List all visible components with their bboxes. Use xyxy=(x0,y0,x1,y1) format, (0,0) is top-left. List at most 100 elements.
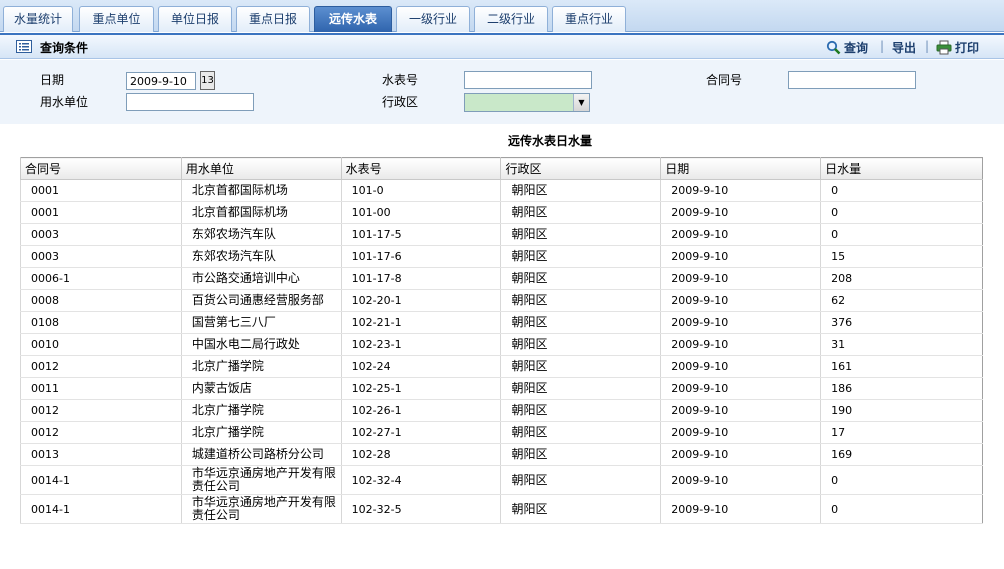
table-row[interactable]: 0003 东郊农场汽车队 101-17-5 朝阳区 2009-9-10 0 xyxy=(20,223,983,246)
cell-unit: 内蒙古饭店 xyxy=(180,377,342,400)
water-unit-label: 用水单位 xyxy=(40,95,89,109)
cell-daily-volume: 190 xyxy=(820,399,983,422)
cell-meter: 101-0 xyxy=(340,179,501,202)
cell-daily-volume: 31 xyxy=(820,333,983,356)
column-header-date[interactable]: 日期 xyxy=(660,157,821,180)
table-row[interactable]: 0010 中国水电二局行政处 102-23-1 朝阳区 2009-9-10 31 xyxy=(20,333,983,356)
tab-remote-meter[interactable]: 远传水表 xyxy=(314,6,392,32)
calendar-button[interactable]: 13 xyxy=(200,71,215,90)
cell-daily-volume: 17 xyxy=(820,421,983,444)
table-row[interactable]: 0014-1 市华远京通房地产开发有限责任公司 102-32-5 朝阳区 2009-9-… xyxy=(20,494,983,524)
meter-number-label: 水表号 xyxy=(382,73,419,87)
table-row[interactable]: 0012 北京广播学院 102-24 朝阳区 2009-9-10 161 xyxy=(20,355,983,378)
export-button[interactable]: 导出 xyxy=(892,39,916,56)
cell-date: 2009-9-10 xyxy=(660,267,821,290)
tab-unit-daily[interactable]: 单位日报 xyxy=(158,6,232,32)
cell-contract: 0008 xyxy=(20,289,182,312)
table-row[interactable]: 0011 内蒙古饭店 102-25-1 朝阳区 2009-9-10 186 xyxy=(20,377,983,400)
cell-unit: 市华远京通房地产开发有限责任公司 xyxy=(180,494,342,524)
print-button[interactable]: 打印 xyxy=(936,39,979,56)
cell-date: 2009-9-10 xyxy=(660,333,821,356)
cell-district: 朝阳区 xyxy=(500,494,661,524)
cell-contract: 0003 xyxy=(20,223,182,246)
cell-meter: 101-00 xyxy=(340,201,501,224)
cell-unit: 国营第七三八厂 xyxy=(180,311,342,334)
cell-contract: 0003 xyxy=(20,245,182,268)
cell-district: 朝阳区 xyxy=(500,311,661,334)
table-row[interactable]: 0006-1 市公路交通培训中心 101-17-8 朝阳区 2009-9-10 208 xyxy=(20,267,983,290)
column-header-meter[interactable]: 水表号 xyxy=(340,157,501,180)
cell-meter: 102-25-1 xyxy=(340,377,501,400)
table-row[interactable]: 0013 城建道桥公司路桥分公司 102-28 朝阳区 2009-9-10 169 xyxy=(20,443,983,466)
cell-daily-volume: 15 xyxy=(820,245,983,268)
table-row[interactable]: 0014-1 市华远京通房地产开发有限责任公司 102-32-4 朝阳区 2009-9-… xyxy=(20,465,983,495)
contract-number-label: 合同号 xyxy=(706,73,743,87)
table-row[interactable]: 0012 北京广播学院 102-26-1 朝阳区 2009-9-10 190 xyxy=(20,399,983,422)
cell-meter: 101-17-5 xyxy=(340,223,501,246)
cell-unit: 百货公司通惠经营服务部 xyxy=(180,289,342,312)
table-row[interactable]: 0003 东郊农场汽车队 101-17-6 朝阳区 2009-9-10 15 xyxy=(20,245,983,268)
chevron-down-icon[interactable]: ▼ xyxy=(573,94,589,111)
query-header-bar: 查询条件 查询 | 导出 | 打印 xyxy=(0,33,1004,59)
date-input[interactable] xyxy=(126,72,196,90)
cell-date: 2009-9-10 xyxy=(660,377,821,400)
cell-date: 2009-9-10 xyxy=(660,443,821,466)
cell-unit: 中国水电二局行政处 xyxy=(180,333,342,356)
table-row[interactable]: 0001 北京首都国际机场 101-0 朝阳区 2009-9-10 0 xyxy=(20,179,983,202)
search-button[interactable]: 查询 xyxy=(826,39,868,56)
cell-unit: 城建道桥公司路桥分公司 xyxy=(180,443,342,466)
cell-contract: 0014-1 xyxy=(20,494,182,524)
district-select[interactable]: ▼ xyxy=(464,93,590,112)
cell-contract: 0012 xyxy=(20,355,182,378)
column-header-district[interactable]: 行政区 xyxy=(500,157,661,180)
date-label: 日期 xyxy=(40,73,65,87)
cell-meter: 102-27-1 xyxy=(340,421,501,444)
report-title: 远传水表日水量 xyxy=(507,134,592,148)
cell-district: 朝阳区 xyxy=(500,333,661,356)
cell-daily-volume: 376 xyxy=(820,311,983,334)
query-conditions-title: 查询条件 xyxy=(40,41,89,55)
column-header-contract[interactable]: 合同号 xyxy=(20,157,182,180)
meter-number-input[interactable] xyxy=(464,71,592,89)
cell-daily-volume: 169 xyxy=(820,443,983,466)
cell-contract: 0012 xyxy=(20,399,182,422)
cell-unit: 北京广播学院 xyxy=(180,399,342,422)
cell-contract: 0010 xyxy=(20,333,182,356)
tab-key-units[interactable]: 重点单位 xyxy=(79,6,154,32)
cell-meter: 102-21-1 xyxy=(340,311,501,334)
cell-district: 朝阳区 xyxy=(500,245,661,268)
tab-key-daily[interactable]: 重点日报 xyxy=(236,6,310,32)
column-header-unit[interactable]: 用水单位 xyxy=(180,157,342,180)
tab-level1-industry[interactable]: 一级行业 xyxy=(396,6,470,32)
cell-daily-volume: 186 xyxy=(820,377,983,400)
cell-unit: 北京广播学院 xyxy=(180,421,342,444)
cell-meter: 102-26-1 xyxy=(340,399,501,422)
cell-daily-volume: 0 xyxy=(820,201,983,224)
cell-district: 朝阳区 xyxy=(500,267,661,290)
cell-district: 朝阳区 xyxy=(500,421,661,444)
cell-daily-volume: 208 xyxy=(820,267,983,290)
cell-meter: 102-24 xyxy=(340,355,501,378)
cell-unit: 北京首都国际机场 xyxy=(180,201,342,224)
cell-contract: 0006-1 xyxy=(20,267,182,290)
cell-contract: 0001 xyxy=(20,201,182,224)
action-separator: | xyxy=(880,39,885,53)
column-header-daily-volume[interactable]: 日水量 xyxy=(820,157,983,180)
water-unit-input[interactable] xyxy=(126,93,254,111)
cell-daily-volume: 0 xyxy=(820,465,983,495)
contract-number-input[interactable] xyxy=(788,71,916,89)
table-row[interactable]: 0008 百货公司通惠经营服务部 102-20-1 朝阳区 2009-9-10 62 xyxy=(20,289,983,312)
tab-key-industry[interactable]: 重点行业 xyxy=(552,6,626,32)
cell-meter: 101-17-6 xyxy=(340,245,501,268)
tab-level2-industry[interactable]: 二级行业 xyxy=(474,6,548,32)
table-row[interactable]: 0001 北京首都国际机场 101-00 朝阳区 2009-9-10 0 xyxy=(20,201,983,224)
cell-unit: 东郊农场汽车队 xyxy=(180,223,342,246)
cell-unit: 北京首都国际机场 xyxy=(180,179,342,202)
table-row[interactable]: 0108 国营第七三八厂 102-21-1 朝阳区 2009-9-10 376 xyxy=(20,311,983,334)
cell-district: 朝阳区 xyxy=(500,201,661,224)
table-row[interactable]: 0012 北京广播学院 102-27-1 朝阳区 2009-9-10 17 xyxy=(20,421,983,444)
cell-date: 2009-9-10 xyxy=(660,355,821,378)
cell-meter: 102-32-5 xyxy=(340,494,501,524)
tab-water-stats[interactable]: 水量统计 xyxy=(3,6,73,32)
cell-unit: 东郊农场汽车队 xyxy=(180,245,342,268)
